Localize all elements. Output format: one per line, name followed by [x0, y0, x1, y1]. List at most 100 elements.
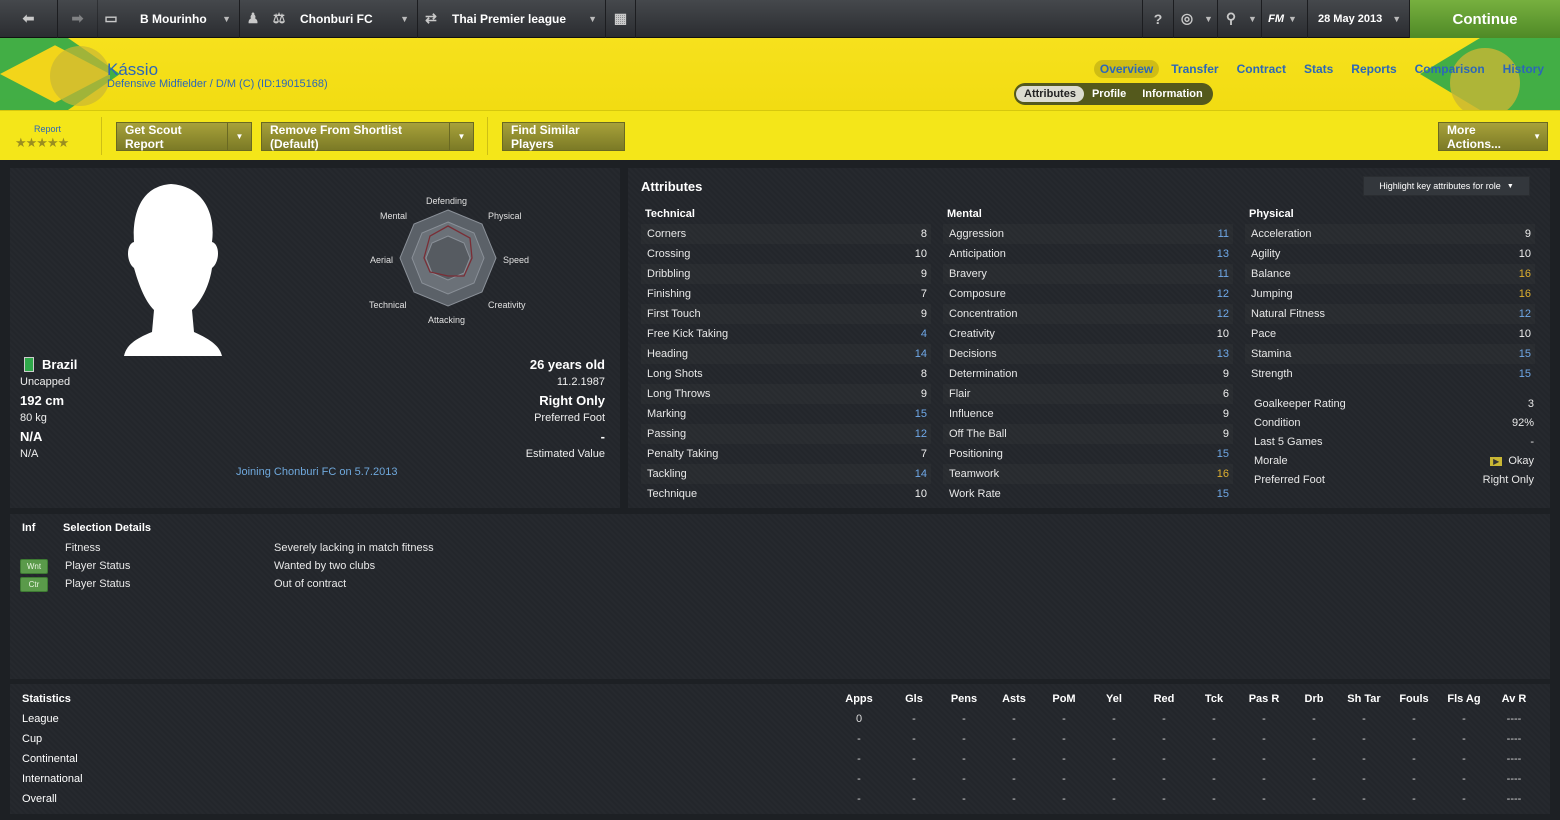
stat-column-sh-tar[interactable]: Sh Tar	[1344, 693, 1384, 705]
attribute-row-creativity[interactable]: Creativity 10	[943, 324, 1233, 344]
highlight-attributes-dropdown[interactable]: Highlight key attributes for role ▼	[1363, 176, 1530, 196]
help-button[interactable]: ?	[1142, 0, 1174, 38]
stat-cell: -	[1462, 793, 1466, 805]
stat-cell: -	[1012, 793, 1016, 805]
attribute-row-heading[interactable]: Heading 14	[641, 344, 931, 364]
calendar-button[interactable]: ▦	[606, 0, 636, 38]
stat-cell: -	[1062, 733, 1066, 745]
attribute-row-strength[interactable]: Strength 15	[1245, 364, 1535, 384]
attribute-row-agility[interactable]: Agility 10	[1245, 244, 1535, 264]
back-button[interactable]: ⬅	[0, 0, 58, 38]
attribute-row-technique[interactable]: Technique 10	[641, 484, 931, 504]
get-scout-report-button[interactable]: Get Scout Report ▼	[116, 122, 252, 151]
attribute-row-jumping[interactable]: Jumping 16	[1245, 284, 1535, 304]
stat-column-av-r[interactable]: Av R	[1494, 693, 1534, 705]
attribute-row-penalty-taking[interactable]: Penalty Taking 7	[641, 444, 931, 464]
attribute-row-crossing[interactable]: Crossing 10	[641, 244, 931, 264]
attribute-row-aggression[interactable]: Aggression 11	[943, 224, 1233, 244]
attribute-row-stamina[interactable]: Stamina 15	[1245, 344, 1535, 364]
attribute-row-corners[interactable]: Corners 8	[641, 224, 931, 244]
club-menu[interactable]: ♟ ⚖ Chonburi FC ▼	[240, 0, 418, 38]
forward-arrow-icon: ➡	[71, 10, 84, 26]
more-actions-button[interactable]: More Actions... ▼	[1438, 122, 1548, 151]
info-label: Morale	[1254, 454, 1288, 467]
league-menu[interactable]: ⇄ Thai Premier league ▼	[418, 0, 606, 38]
attribute-row-off-the-ball[interactable]: Off The Ball 9	[943, 424, 1233, 444]
subtab-profile[interactable]: Profile	[1084, 86, 1134, 102]
attribute-value: 15	[914, 408, 927, 420]
attribute-row-determination[interactable]: Determination 9	[943, 364, 1233, 384]
stat-cell: -	[1362, 793, 1366, 805]
remove-from-shortlist-button[interactable]: Remove From Shortlist (Default) ▼	[261, 122, 474, 151]
player-name: Kássio	[107, 60, 159, 79]
stat-column-drb[interactable]: Drb	[1294, 693, 1334, 705]
attribute-row-concentration[interactable]: Concentration 12	[943, 304, 1233, 324]
status-badge[interactable]: Wnt	[20, 558, 48, 574]
stat-column-pom[interactable]: PoM	[1044, 693, 1084, 705]
stat-column-gls[interactable]: Gls	[894, 693, 934, 705]
attribute-row-positioning[interactable]: Positioning 15	[943, 444, 1233, 464]
attribute-label: Flair	[949, 388, 971, 400]
fm-menu[interactable]: FM ▼	[1262, 0, 1308, 38]
stat-column-yel[interactable]: Yel	[1094, 693, 1134, 705]
attribute-row-free-kick-taking[interactable]: Free Kick Taking 4	[641, 324, 931, 344]
stat-cell: -	[962, 713, 966, 725]
chevron-down-icon[interactable]: ▼	[449, 123, 473, 150]
stat-column-fouls[interactable]: Fouls	[1394, 693, 1434, 705]
chevron-down-icon: ▼	[400, 13, 409, 24]
attribute-row-influence[interactable]: Influence 9	[943, 404, 1233, 424]
tab-stats[interactable]: Stats	[1298, 60, 1339, 78]
stat-column-fls-ag[interactable]: Fls Ag	[1444, 693, 1484, 705]
nationality[interactable]: Brazil	[42, 357, 77, 372]
stat-column-tck[interactable]: Tck	[1194, 693, 1234, 705]
attribute-row-balance[interactable]: Balance 16	[1245, 264, 1535, 284]
attribute-value: 10	[1518, 328, 1531, 340]
attribute-row-long-throws[interactable]: Long Throws 9	[641, 384, 931, 404]
info-row-condition: Condition 92%	[1248, 413, 1538, 432]
attribute-label: Aggression	[949, 228, 1005, 240]
search-menu[interactable]: ⚲ ▼	[1218, 0, 1262, 38]
attribute-row-pace[interactable]: Pace 10	[1245, 324, 1535, 344]
joining-club-link[interactable]: Joining Chonburi FC on 5.7.2013	[236, 466, 397, 478]
attribute-row-long-shots[interactable]: Long Shots 8	[641, 364, 931, 384]
subtab-information[interactable]: Information	[1134, 86, 1211, 102]
attribute-row-tackling[interactable]: Tackling 14	[641, 464, 931, 484]
subtab-attributes[interactable]: Attributes	[1016, 86, 1084, 102]
attribute-row-flair[interactable]: Flair 6	[943, 384, 1233, 404]
tab-comparison[interactable]: Comparison	[1409, 60, 1491, 78]
attribute-row-bravery[interactable]: Bravery 11	[943, 264, 1233, 284]
stat-column-asts[interactable]: Asts	[994, 693, 1034, 705]
stat-column-red[interactable]: Red	[1144, 693, 1184, 705]
stat-cell: -	[1212, 733, 1216, 745]
date-menu[interactable]: 28 May 2013 ▼	[1308, 0, 1410, 38]
report-stars[interactable]: ★★★★★	[15, 135, 69, 151]
attribute-row-marking[interactable]: Marking 15	[641, 404, 931, 424]
chevron-down-icon[interactable]: ▼	[227, 123, 251, 150]
attribute-row-decisions[interactable]: Decisions 13	[943, 344, 1233, 364]
attribute-row-teamwork[interactable]: Teamwork 16	[943, 464, 1233, 484]
attribute-row-finishing[interactable]: Finishing 7	[641, 284, 931, 304]
stat-column-pas-r[interactable]: Pas R	[1244, 693, 1284, 705]
tab-history[interactable]: History	[1497, 60, 1550, 78]
manager-menu[interactable]: ▭ B Mourinho ▼	[98, 0, 240, 38]
globe-menu[interactable]: ◎ ▼	[1174, 0, 1218, 38]
stat-column-apps[interactable]: Apps	[839, 693, 879, 705]
tab-contract[interactable]: Contract	[1231, 60, 1292, 78]
attribute-row-work-rate[interactable]: Work Rate 15	[943, 484, 1233, 504]
attribute-row-natural-fitness[interactable]: Natural Fitness 12	[1245, 304, 1535, 324]
stat-column-pens[interactable]: Pens	[944, 693, 984, 705]
tab-reports[interactable]: Reports	[1345, 60, 1402, 78]
attribute-row-anticipation[interactable]: Anticipation 13	[943, 244, 1233, 264]
attribute-row-acceleration[interactable]: Acceleration 9	[1245, 224, 1535, 244]
continue-button[interactable]: Continue	[1410, 0, 1560, 38]
info-value: 92%	[1511, 416, 1534, 429]
find-similar-players-button[interactable]: Find Similar Players	[502, 122, 625, 151]
forward-button[interactable]: ➡	[58, 0, 98, 38]
attribute-row-first-touch[interactable]: First Touch 9	[641, 304, 931, 324]
tab-transfer[interactable]: Transfer	[1165, 60, 1224, 78]
status-badge[interactable]: Ctr	[20, 576, 48, 592]
attribute-row-passing[interactable]: Passing 12	[641, 424, 931, 444]
attribute-row-composure[interactable]: Composure 12	[943, 284, 1233, 304]
attribute-row-dribbling[interactable]: Dribbling 9	[641, 264, 931, 284]
tab-overview[interactable]: Overview	[1093, 60, 1160, 78]
